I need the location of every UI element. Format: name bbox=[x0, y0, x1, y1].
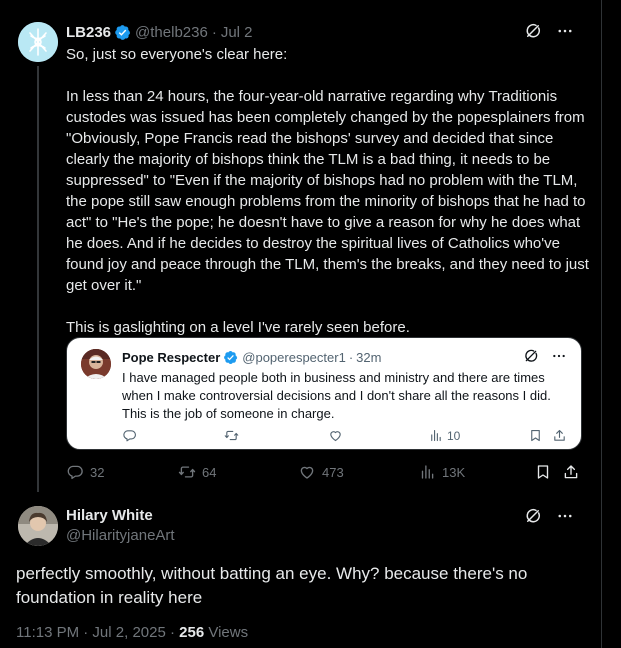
bookmark-button[interactable] bbox=[534, 463, 552, 481]
like-icon bbox=[330, 431, 341, 442]
reply-count: 32 bbox=[90, 464, 105, 480]
tweet-paragraph: In less than 24 hours, the four-year-old… bbox=[66, 88, 589, 294]
thread-line bbox=[37, 66, 39, 492]
reply-views-label: Views bbox=[208, 624, 249, 641]
share-button[interactable] bbox=[562, 463, 580, 481]
reply-meta: 11:13 PM · Jul 2, 2025 · 256 Views bbox=[16, 624, 248, 641]
bookmark-icon bbox=[531, 429, 540, 442]
like-count: 473 bbox=[322, 464, 344, 480]
tweet-header: LB236 @thelb236 · Jul 2 bbox=[66, 22, 253, 42]
retweet-icon bbox=[178, 466, 196, 478]
quote-like-button[interactable] bbox=[328, 428, 343, 443]
views-count: 13K bbox=[442, 464, 466, 480]
reply-top-actions bbox=[524, 507, 574, 530]
quote-avatar[interactable] bbox=[81, 349, 111, 379]
retweet-icon bbox=[224, 430, 239, 441]
quote-bookmark-button[interactable] bbox=[528, 428, 543, 443]
author-name[interactable]: LB236 bbox=[66, 24, 111, 41]
quote-tweet-card[interactable]: Pope Respecter @poperespecter1 · 32m I h… bbox=[66, 337, 582, 450]
share-icon bbox=[564, 465, 578, 479]
tweet-text: So, just so everyone's clear here: In le… bbox=[66, 44, 590, 338]
reply-timestamp[interactable]: 11:13 PM · Jul 2, 2025 · bbox=[16, 624, 175, 641]
quote-author-handle[interactable]: @poperespecter1 bbox=[242, 350, 346, 365]
quote-time[interactable]: 32m bbox=[356, 350, 381, 365]
verified-badge-icon bbox=[114, 24, 131, 41]
reply-button[interactable]: 32 bbox=[66, 463, 104, 481]
retweet-count: 64 bbox=[202, 464, 217, 480]
more-icon[interactable] bbox=[556, 507, 574, 530]
views-button[interactable]: 13K bbox=[418, 463, 465, 481]
grok-icon[interactable] bbox=[523, 348, 539, 369]
bookmark-icon bbox=[537, 465, 549, 479]
reply-author-name[interactable]: Hilary White bbox=[66, 506, 153, 526]
views-icon bbox=[421, 465, 434, 479]
quote-views-button[interactable]: 10 bbox=[428, 428, 460, 443]
timeline: LB236 @thelb236 · Jul 2 So, just so ever… bbox=[0, 0, 602, 648]
share-icon bbox=[554, 429, 565, 441]
quote-top-actions bbox=[523, 348, 567, 369]
grok-icon[interactable] bbox=[524, 507, 542, 530]
page-gutter bbox=[602, 0, 621, 648]
reply-author-handle[interactable]: @HilarityjaneArt bbox=[66, 526, 175, 546]
quote-author-name[interactable]: Pope Respecter bbox=[122, 350, 220, 365]
quote-text: I have managed people both in business a… bbox=[122, 370, 551, 421]
more-icon[interactable] bbox=[556, 22, 574, 45]
reply-views-count: 256 bbox=[179, 624, 205, 641]
quote-views-count: 10 bbox=[447, 428, 461, 443]
quote-retweet-button[interactable] bbox=[224, 428, 239, 443]
tweet-top-actions bbox=[524, 22, 574, 45]
avatar[interactable] bbox=[18, 22, 58, 62]
quote-header: Pope Respecter @poperespecter1 · 32m bbox=[122, 348, 381, 367]
quote-actions: 10 bbox=[122, 428, 567, 444]
tweet-paragraph: So, just so everyone's clear here: bbox=[66, 46, 288, 63]
author-handle[interactable]: @thelb236 bbox=[135, 24, 208, 41]
tweet-date[interactable]: Jul 2 bbox=[221, 24, 253, 41]
reply-icon bbox=[123, 430, 136, 442]
tweet-actions: 32 64 473 13K bbox=[66, 463, 578, 483]
more-icon[interactable] bbox=[551, 348, 567, 369]
views-icon bbox=[431, 429, 441, 442]
quote-share-button[interactable] bbox=[552, 428, 567, 443]
verified-badge-icon bbox=[223, 350, 238, 365]
like-icon bbox=[300, 466, 314, 479]
quote-reply-button[interactable] bbox=[122, 428, 137, 443]
grok-icon[interactable] bbox=[524, 22, 542, 45]
separator: · bbox=[211, 23, 217, 41]
retweet-button[interactable]: 64 bbox=[178, 463, 216, 481]
tweet-paragraph: This is gaslighting on a level I've rare… bbox=[66, 319, 410, 336]
reply-avatar[interactable] bbox=[18, 506, 58, 546]
separator: · bbox=[348, 350, 354, 365]
reply-icon bbox=[67, 465, 83, 480]
like-button[interactable]: 473 bbox=[298, 463, 344, 481]
reply-text: perfectly smoothly, without batting an e… bbox=[16, 564, 528, 607]
